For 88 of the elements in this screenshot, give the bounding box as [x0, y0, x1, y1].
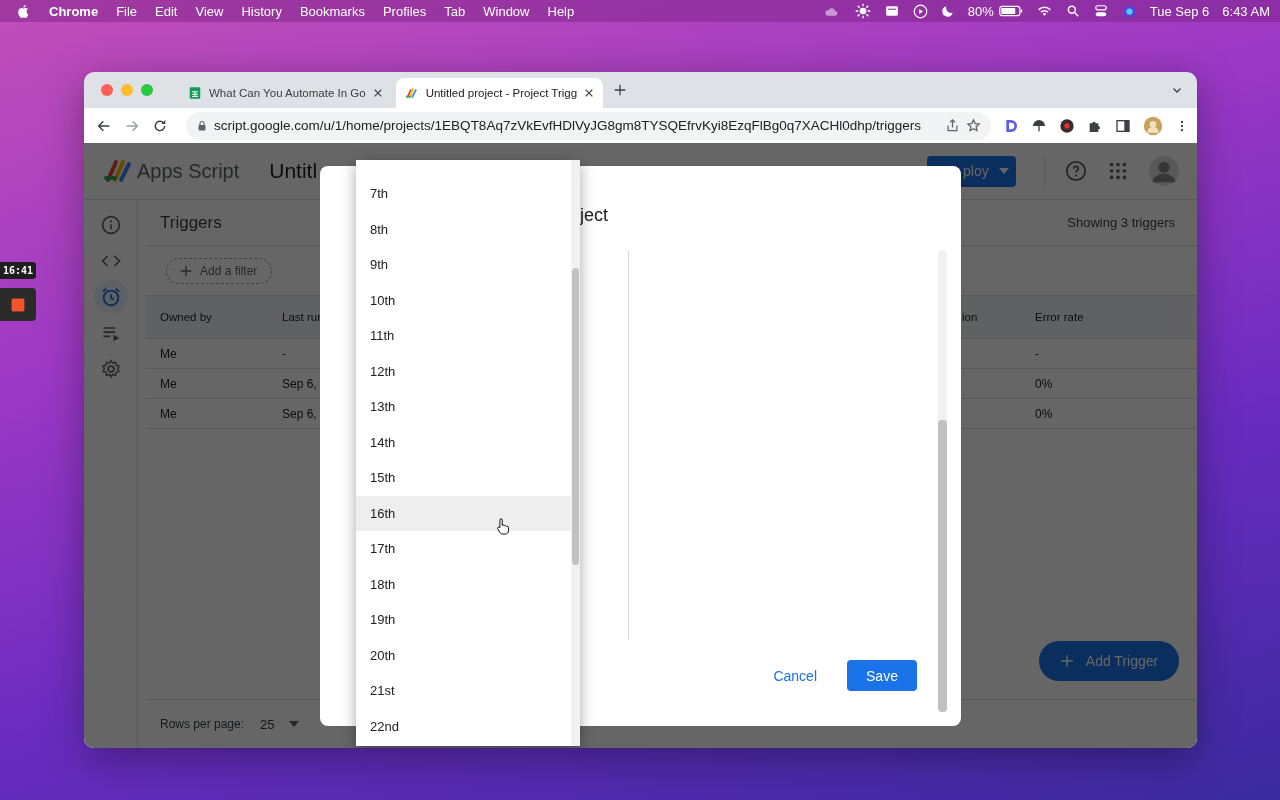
dropdown-option[interactable]: 13th: [356, 389, 571, 425]
dialog-title: ject: [580, 204, 608, 227]
dropdown-option[interactable]: 20th: [356, 637, 571, 673]
dropdown-option[interactable]: 8th: [356, 211, 571, 247]
dropdown-option[interactable]: 16th: [356, 495, 571, 531]
dropdown-option[interactable]: 14th: [356, 424, 571, 460]
stop-icon: [11, 297, 25, 312]
column-header: Last rur: [282, 311, 321, 323]
menu-item[interactable]: Tab: [444, 3, 466, 19]
new-tab-icon[interactable]: [613, 83, 628, 97]
extension-umbrella-icon[interactable]: [1031, 117, 1047, 134]
dropdown-scrollbar[interactable]: [571, 160, 580, 746]
star-icon[interactable]: [966, 118, 981, 133]
battery-icon[interactable]: [998, 5, 1023, 17]
battery-percent: 80%: [967, 3, 994, 19]
table-cell: -: [1035, 346, 1039, 361]
dropdown-option[interactable]: 7th: [356, 176, 571, 212]
help-icon[interactable]: [1065, 160, 1087, 182]
table-cell: Me: [160, 346, 177, 361]
table-cell: Me: [160, 406, 177, 421]
dropdown-option[interactable]: 12th: [356, 353, 571, 389]
dropdown-option[interactable]: 9th: [356, 247, 571, 283]
sun-icon[interactable]: [854, 3, 871, 19]
settings-icon: [100, 358, 121, 379]
menu-item[interactable]: Window: [483, 3, 530, 19]
apps-script-logo-icon: [404, 86, 419, 100]
recording-timer: 16:41: [0, 262, 36, 279]
moon-icon[interactable]: [940, 4, 955, 18]
menu-item[interactable]: Help: [547, 3, 575, 19]
apps-grid-icon[interactable]: [1107, 160, 1129, 182]
menubar-time: 6:43 AM: [1222, 3, 1270, 19]
play-icon[interactable]: [912, 3, 928, 19]
close-icon[interactable]: [372, 88, 383, 98]
dropdown-option[interactable]: 19th: [356, 602, 571, 638]
caret-icon: [288, 721, 299, 727]
save-button[interactable]: Save: [847, 660, 917, 691]
extension-letter-icon[interactable]: [1003, 117, 1019, 134]
search-icon[interactable]: [1065, 4, 1080, 18]
column-header: Owned by: [160, 311, 212, 323]
browser-tab[interactable]: What Can You Automate In Go: [179, 78, 392, 108]
table-cell: -: [282, 346, 286, 361]
share-icon[interactable]: [945, 118, 960, 133]
dropdown-option[interactable]: 21st: [356, 673, 571, 709]
cancel-button[interactable]: Cancel: [759, 660, 831, 691]
table-cell: Sep 6,: [282, 376, 317, 391]
column-header: Error rate: [1035, 311, 1084, 323]
siri-icon[interactable]: [1121, 3, 1137, 19]
menubar-date: Tue Sep 6: [1149, 3, 1210, 19]
page-title: Triggers: [160, 212, 222, 233]
apple-icon[interactable]: [17, 3, 31, 19]
plus-icon: [179, 263, 193, 278]
apps-script-logo-icon: [103, 158, 133, 184]
menu-item[interactable]: Bookmarks: [299, 3, 365, 19]
app-menu[interactable]: Chrome: [49, 3, 99, 19]
dropdown-option[interactable]: 18th: [356, 566, 571, 602]
dropdown-option[interactable]: 10th: [356, 282, 571, 318]
address-bar[interactable]: script.google.com/u/1/home/projects/1EBQT8Aq7zVkEvfHDlVyJG8gm8TYSQEfrvKyi8EzqFlBg0q7XACHl0dhp/triggers: [186, 111, 991, 140]
pointer-hand-cursor-icon: [496, 518, 510, 536]
menu-item[interactable]: View: [195, 3, 224, 19]
table-cell: 0%: [1035, 376, 1053, 391]
dropdown-option[interactable]: 15th: [356, 460, 571, 496]
dropdown-option[interactable]: 17th: [356, 531, 571, 567]
caret-icon: [998, 168, 1009, 174]
info-icon: [100, 214, 121, 235]
column-header: ion: [962, 311, 978, 323]
dialog-scrollbar[interactable]: [938, 250, 947, 712]
dropdown-option[interactable]: 11th: [356, 318, 571, 354]
trigger-count: Showing 3 triggers: [1067, 215, 1175, 230]
menu-item[interactable]: Edit: [155, 3, 178, 19]
side-panel-icon[interactable]: [1115, 117, 1131, 134]
extension-circle-icon[interactable]: [1059, 117, 1075, 134]
menu-item[interactable]: File: [116, 3, 138, 19]
spreadsheet-icon: [188, 86, 202, 100]
lock-icon: [196, 119, 208, 132]
table-cell: Sep 6,: [282, 406, 317, 421]
table-cell: 0%: [1035, 406, 1053, 421]
browser-tab[interactable]: Untitled project - Project Trigg: [395, 78, 604, 108]
toggles-icon[interactable]: [1092, 4, 1109, 18]
menu-item[interactable]: Profiles: [382, 3, 427, 19]
menu-item[interactable]: History: [241, 3, 282, 19]
stop-recording-button[interactable]: [0, 288, 36, 321]
plus-icon: [1059, 654, 1074, 668]
table-cell: Me: [160, 376, 177, 391]
dropdown-option[interactable]: 22nd: [356, 708, 571, 744]
product-name: Apps Script: [137, 159, 240, 183]
close-icon[interactable]: [584, 88, 595, 98]
rows-per-page-label: Rows per page:: [160, 717, 245, 731]
wifi-icon[interactable]: [1035, 4, 1053, 18]
